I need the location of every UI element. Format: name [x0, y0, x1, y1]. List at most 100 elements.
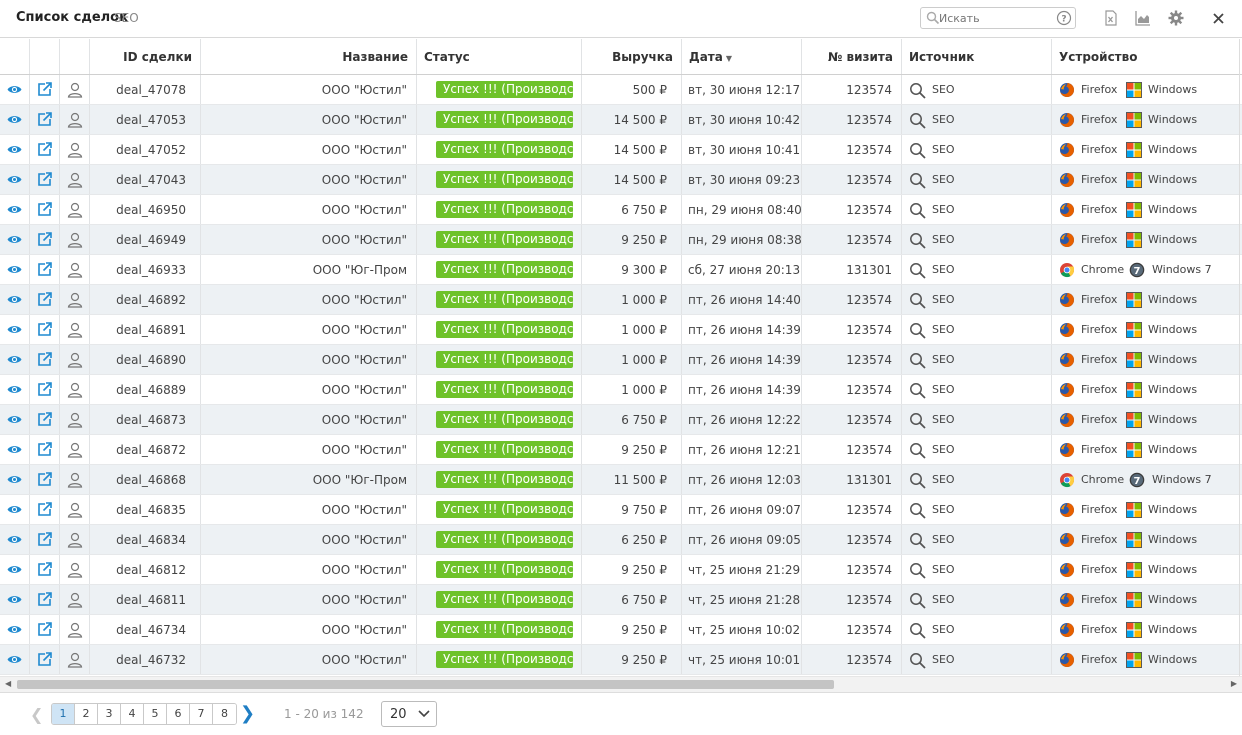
header-source[interactable]: Источник [902, 39, 1052, 74]
user-icon[interactable] [67, 472, 83, 488]
table-row[interactable]: deal_46891 ООО "Юстил" Успех !!! (Производ… [0, 315, 1242, 345]
open-external-icon[interactable] [37, 412, 52, 427]
page-button[interactable]: 3 [98, 704, 121, 724]
header-status[interactable]: Статус [417, 39, 582, 74]
view-eye-icon[interactable] [7, 354, 22, 365]
table-row[interactable]: deal_47052 ООО "Юстил" Успех !!! (Производ… [0, 135, 1242, 165]
user-icon[interactable] [67, 232, 83, 248]
table-row[interactable]: deal_46834 ООО "Юстил" Успех !!! (Производ… [0, 525, 1242, 555]
table-row[interactable]: deal_46949 ООО "Юстил" Успех !!! (Производ… [0, 225, 1242, 255]
table-row[interactable]: deal_46835 ООО "Юстил" Успех !!! (Производ… [0, 495, 1242, 525]
user-icon[interactable] [67, 382, 83, 398]
open-external-icon[interactable] [37, 112, 52, 127]
open-cell[interactable] [30, 495, 60, 524]
table-row[interactable]: deal_46933 ООО "Юг-Пром Успех !!! (Произво… [0, 255, 1242, 285]
user-cell[interactable] [60, 435, 90, 464]
header-visit[interactable]: № визита [802, 39, 902, 74]
header-device[interactable]: Устройство [1052, 39, 1240, 74]
view-cell[interactable] [0, 375, 30, 404]
close-icon[interactable] [1212, 12, 1225, 25]
view-cell[interactable] [0, 285, 30, 314]
page-button[interactable]: 4 [121, 704, 144, 724]
user-icon[interactable] [67, 412, 83, 428]
view-eye-icon[interactable] [7, 234, 22, 245]
view-cell[interactable] [0, 315, 30, 344]
open-cell[interactable] [30, 465, 60, 494]
header-name[interactable]: Название [201, 39, 417, 74]
user-icon[interactable] [67, 172, 83, 188]
open-external-icon[interactable] [37, 262, 52, 277]
user-cell[interactable] [60, 195, 90, 224]
open-external-icon[interactable] [37, 472, 52, 487]
settings-gear-icon[interactable] [1168, 10, 1184, 26]
open-external-icon[interactable] [37, 142, 52, 157]
view-eye-icon[interactable] [7, 474, 22, 485]
view-eye-icon[interactable] [7, 84, 22, 95]
user-icon[interactable] [67, 502, 83, 518]
user-icon[interactable] [67, 562, 83, 578]
open-cell[interactable] [30, 315, 60, 344]
open-cell[interactable] [30, 225, 60, 254]
view-cell[interactable] [0, 465, 30, 494]
open-external-icon[interactable] [37, 232, 52, 247]
user-icon[interactable] [67, 652, 83, 668]
view-eye-icon[interactable] [7, 594, 22, 605]
open-cell[interactable] [30, 405, 60, 434]
table-row[interactable]: deal_47043 ООО "Юстил" Успех !!! (Производ… [0, 165, 1242, 195]
view-eye-icon[interactable] [7, 534, 22, 545]
view-cell[interactable] [0, 165, 30, 194]
open-cell[interactable] [30, 195, 60, 224]
open-cell[interactable] [30, 345, 60, 374]
view-cell[interactable] [0, 405, 30, 434]
view-eye-icon[interactable] [7, 414, 22, 425]
user-icon[interactable] [67, 112, 83, 128]
open-external-icon[interactable] [37, 592, 52, 607]
table-row[interactable]: deal_47078 ООО "Юстил" Успех !!! (Производ… [0, 75, 1242, 105]
user-cell[interactable] [60, 375, 90, 404]
table-row[interactable]: deal_46734 ООО "Юстил" Успех !!! (Производ… [0, 615, 1242, 645]
view-eye-icon[interactable] [7, 564, 22, 575]
view-cell[interactable] [0, 195, 30, 224]
chart-icon[interactable] [1135, 10, 1151, 26]
user-cell[interactable] [60, 645, 90, 674]
view-cell[interactable] [0, 135, 30, 164]
open-external-icon[interactable] [37, 442, 52, 457]
view-eye-icon[interactable] [7, 324, 22, 335]
prev-page-icon[interactable]: ❮ [30, 705, 43, 724]
view-cell[interactable] [0, 75, 30, 104]
view-eye-icon[interactable] [7, 654, 22, 665]
open-cell[interactable] [30, 615, 60, 644]
open-external-icon[interactable] [37, 502, 52, 517]
user-cell[interactable] [60, 495, 90, 524]
table-row[interactable]: deal_46732 ООО "Юстил" Успех !!! (Производ… [0, 645, 1242, 675]
view-cell[interactable] [0, 525, 30, 554]
user-icon[interactable] [67, 532, 83, 548]
user-cell[interactable] [60, 315, 90, 344]
open-cell[interactable] [30, 75, 60, 104]
user-icon[interactable] [67, 322, 83, 338]
view-cell[interactable] [0, 225, 30, 254]
view-eye-icon[interactable] [7, 144, 22, 155]
table-row[interactable]: deal_46950 ООО "Юстил" Успех !!! (Производ… [0, 195, 1242, 225]
open-cell[interactable] [30, 585, 60, 614]
page-button[interactable]: 8 [213, 704, 236, 724]
open-external-icon[interactable] [37, 532, 52, 547]
open-external-icon[interactable] [37, 382, 52, 397]
user-icon[interactable] [67, 82, 83, 98]
table-row[interactable]: deal_46892 ООО "Юстил" Успех !!! (Производ… [0, 285, 1242, 315]
open-external-icon[interactable] [37, 562, 52, 577]
view-eye-icon[interactable] [7, 624, 22, 635]
view-cell[interactable] [0, 615, 30, 644]
table-row[interactable]: deal_46873 ООО "Юстил" Успех !!! (Производ… [0, 405, 1242, 435]
scroll-left-icon[interactable]: ◀ [5, 679, 11, 688]
table-row[interactable]: deal_46872 ООО "Юстил" Успех !!! (Производ… [0, 435, 1242, 465]
view-cell[interactable] [0, 555, 30, 584]
view-eye-icon[interactable] [7, 504, 22, 515]
user-icon[interactable] [67, 592, 83, 608]
open-cell[interactable] [30, 645, 60, 674]
open-cell[interactable] [30, 435, 60, 464]
user-cell[interactable] [60, 465, 90, 494]
view-cell[interactable] [0, 255, 30, 284]
search-input[interactable] [939, 9, 1054, 27]
user-cell[interactable] [60, 255, 90, 284]
